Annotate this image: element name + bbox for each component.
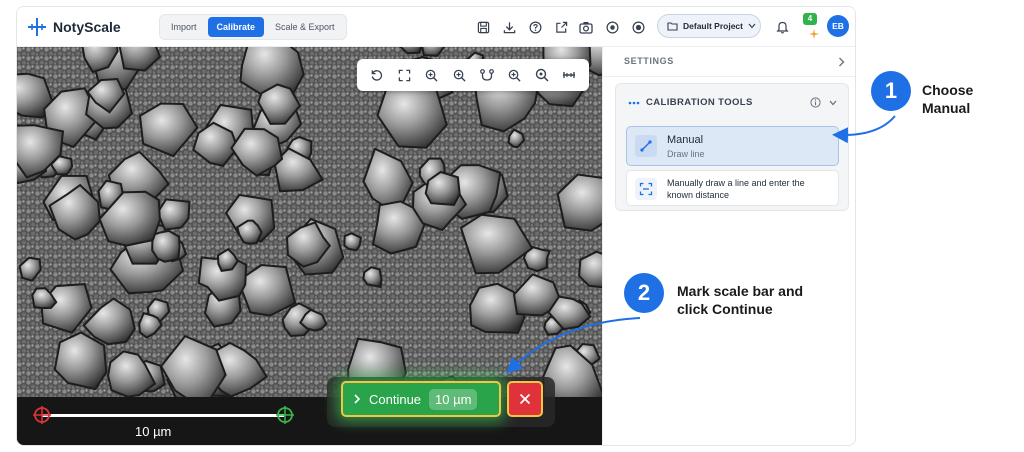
settings-header[interactable]: SETTINGS [603,47,855,77]
mode-import[interactable]: Import [162,17,206,37]
settings-panel: SETTINGS CALIBRATION TOOLS Manual Draw l… [602,47,855,445]
scale-start-handle[interactable] [32,405,52,425]
stage: NotyScale Import Calibrate Scale & Expor… [0,0,1024,452]
step-1-line-1: Choose [922,82,974,98]
manual-subtitle: Draw line [667,149,705,159]
project-name: Default Project [683,21,743,31]
external-link-icon[interactable] [553,19,569,35]
chevron-down-icon[interactable] [829,100,837,106]
step-1-marker: 1 [871,71,911,111]
top-bar: NotyScale Import Calibrate Scale & Expor… [17,7,855,47]
scale-end-handle[interactable] [275,405,295,425]
download-icon[interactable] [501,19,517,35]
help-icon[interactable] [527,19,543,35]
chevron-right-icon [354,394,361,404]
zoom-settings-icon[interactable] [533,66,551,84]
calibration-tools-title: CALIBRATION TOOLS [646,97,753,108]
continue-bar: Continue 10 µm [327,377,555,427]
target-icon[interactable] [630,19,646,35]
folder-icon [667,22,678,31]
info-icon[interactable] [810,97,821,108]
chevron-right-icon [839,57,845,67]
record-icon[interactable] [604,19,620,35]
settings-title: SETTINGS [624,56,674,66]
bell-icon[interactable] [774,19,790,35]
camera-icon[interactable] [578,19,594,35]
scan-frame-icon [635,178,657,200]
dots-icon [628,101,640,105]
zoom-in-alt-icon[interactable] [450,66,468,84]
rotate-icon[interactable] [368,66,386,84]
close-icon [519,393,531,405]
mode-scale-export[interactable]: Scale & Export [266,17,344,37]
save-icon[interactable] [475,19,491,35]
step-2-marker: 2 [624,273,664,313]
step-2-text: Mark scale bar and click Continue [677,282,803,318]
app-name: NotyScale [53,19,121,35]
calibration-tools-card: CALIBRATION TOOLS Manual Draw line Manua… [615,83,849,211]
chevron-down-icon [748,23,756,29]
zoom-in-plus-icon[interactable] [505,66,523,84]
mode-calibrate[interactable]: Calibrate [207,17,265,37]
step-2-line-1: Mark scale bar and [677,283,804,299]
mode-switcher: Import Calibrate Scale & Export [159,14,347,40]
sparkle-icon [809,26,819,44]
scale-line[interactable] [42,414,284,417]
continue-button[interactable]: Continue 10 µm [341,381,501,417]
calibration-option-manual[interactable]: Manual Draw line [626,126,839,166]
step-1-line-2: Manual [922,100,971,116]
scale-label: 10 µm [135,424,172,439]
user-avatar[interactable]: EB [827,15,849,37]
notification-badge[interactable]: 4 [803,13,817,25]
measure-value: 10 µm [429,388,478,410]
manual-description: Manually draw a line and enter the known… [667,178,805,200]
logo: NotyScale [27,17,121,37]
app-window: NotyScale Import Calibrate Scale & Expor… [16,6,856,446]
continue-label: Continue [369,391,422,407]
project-selector[interactable]: Default Project [657,14,761,38]
fit-screen-icon[interactable] [395,66,413,84]
step-2-line-2: click Continue [677,301,773,317]
canvas-toolbar [357,59,589,91]
cancel-button[interactable] [507,381,543,417]
scale-ruler-icon[interactable] [560,66,578,84]
manual-title: Manual [667,134,704,146]
calibration-option-description[interactable]: Manually draw a line and enter the known… [626,170,839,206]
image-canvas[interactable]: 10 µm Continue 10 µm [17,47,602,445]
measure-tool-icon[interactable] [478,66,496,84]
draw-line-icon [635,135,657,157]
step-1-text: Choose Manual [922,81,973,117]
logo-icon [28,18,46,36]
zoom-in-icon[interactable] [423,66,441,84]
